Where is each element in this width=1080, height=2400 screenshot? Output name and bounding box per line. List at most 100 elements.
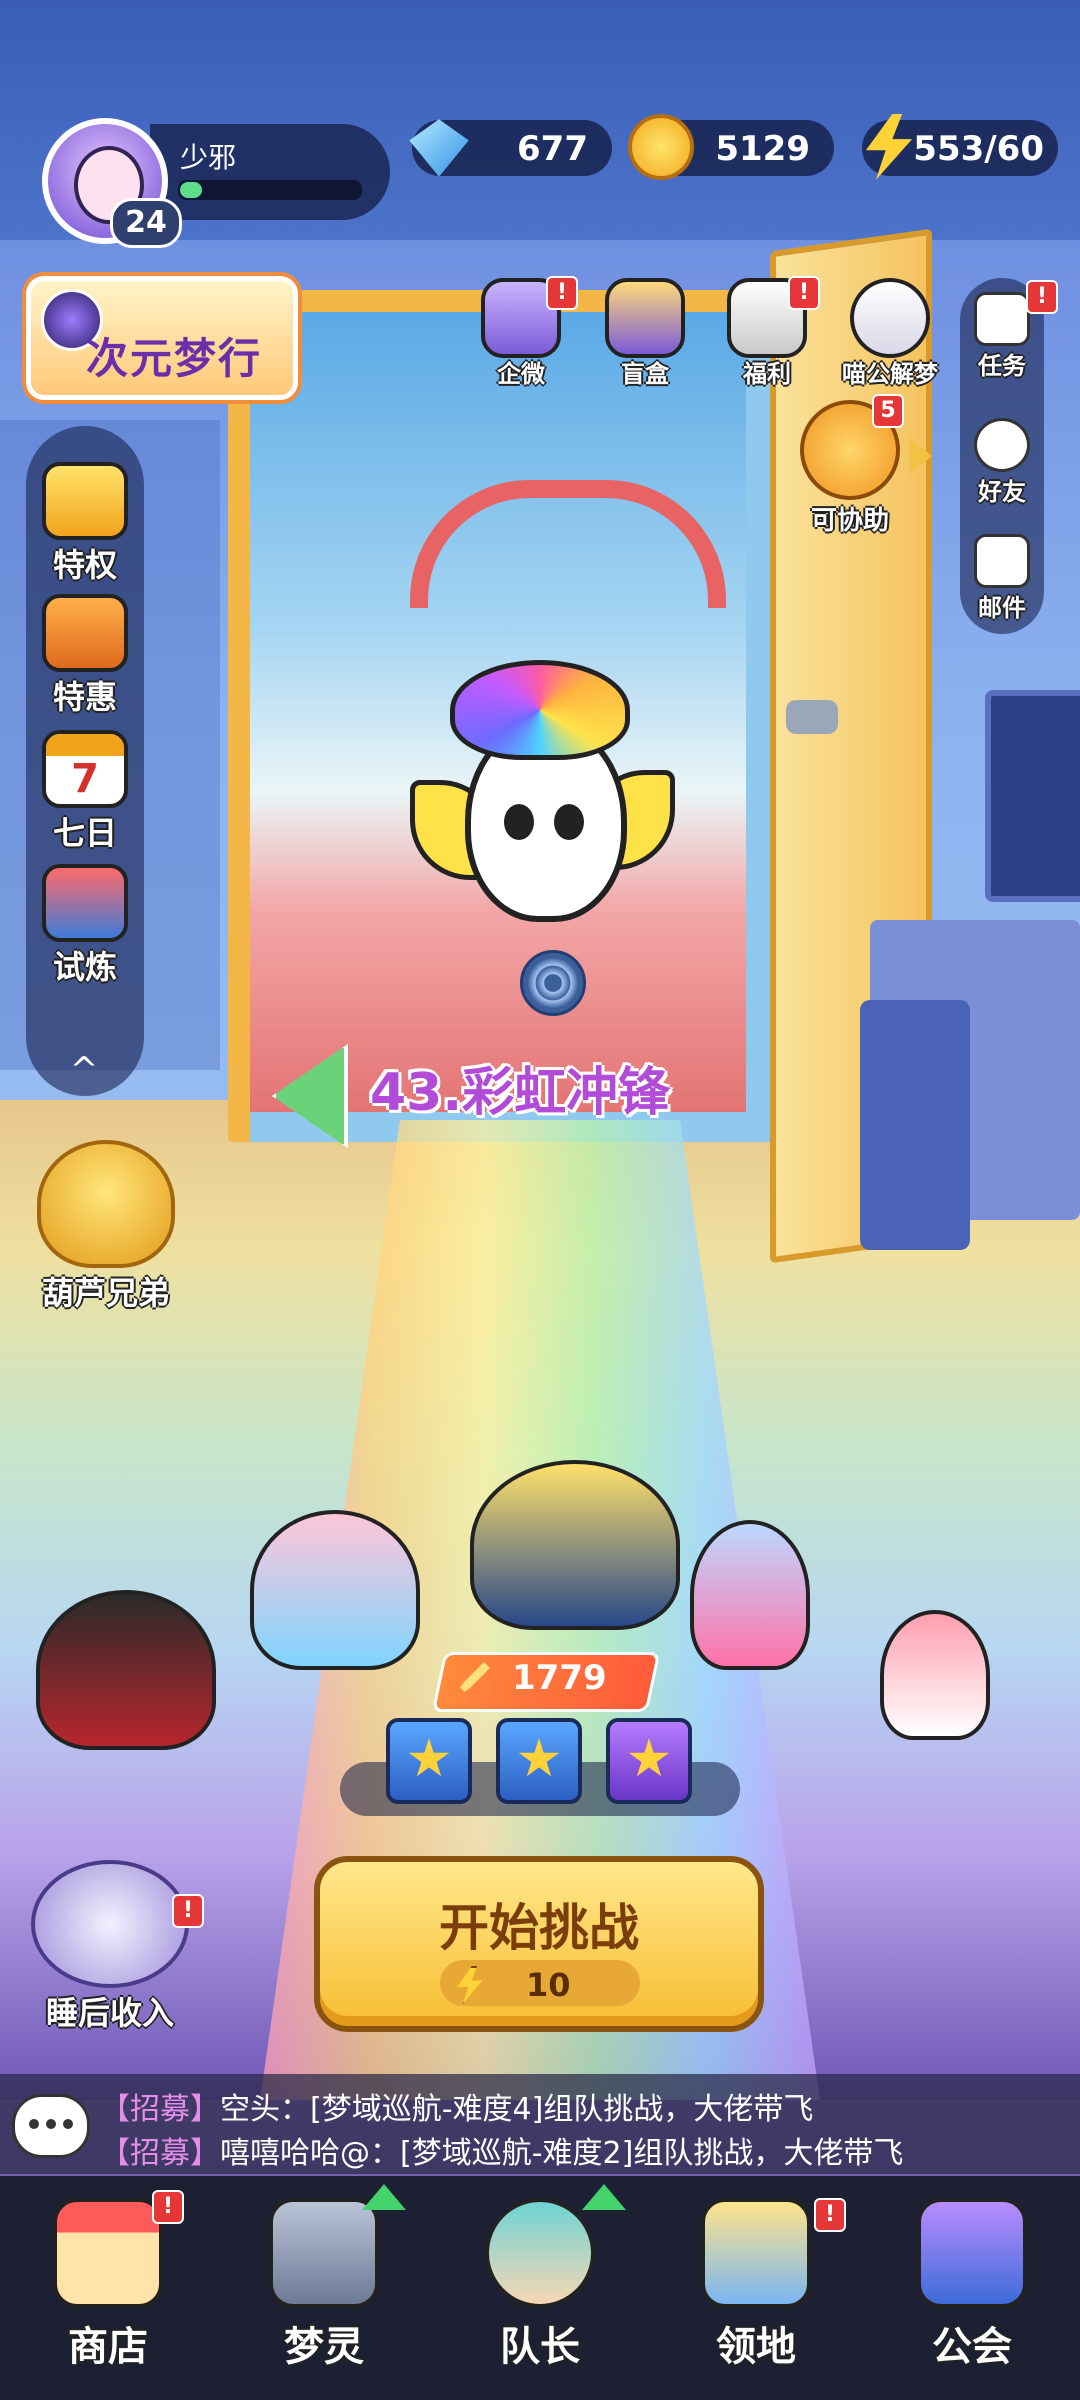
chat-tag: 【招募】 — [100, 2136, 220, 2171]
mail-label: 邮件 — [978, 594, 1026, 622]
mail-icon — [974, 534, 1030, 588]
dot — [46, 2119, 56, 2129]
start-challenge-label: 开始挑战 — [439, 1899, 639, 1957]
calendar-icon: 7 — [42, 730, 128, 808]
nav-shop-badge: ! — [152, 2190, 184, 2224]
door-knob — [786, 700, 838, 734]
player-level: 24 — [110, 198, 182, 248]
nav-dream-spirit[interactable]: 梦灵 — [216, 2176, 432, 2400]
assist-button[interactable]: 可协助 5 — [790, 394, 910, 537]
territory-door-icon — [701, 2198, 811, 2308]
calendar-day: 7 — [71, 756, 99, 802]
hero-spider-girl[interactable] — [690, 1520, 810, 1670]
nav-dream-spirit-label: 梦灵 — [284, 2324, 364, 2370]
hero-captain[interactable] — [470, 1460, 680, 1630]
sleeping-pet-icon — [31, 1860, 189, 1988]
nav-guild-label: 公会 — [932, 2324, 1012, 2370]
guild-icon — [917, 2198, 1027, 2308]
energy-cost-value: 10 — [526, 1966, 571, 2004]
dot — [63, 2119, 73, 2129]
boss-eye-right — [550, 800, 588, 844]
monitor — [985, 690, 1080, 902]
friends-button[interactable]: 好友 — [958, 418, 1046, 507]
privilege-card-icon — [42, 462, 128, 540]
boss-eye-left — [500, 800, 538, 844]
team-power-value: 1779 — [512, 1658, 607, 1698]
reward-chest-2[interactable] — [496, 1718, 582, 1804]
assist-label: 可协助 — [810, 506, 889, 536]
cat-icon — [850, 278, 930, 358]
star-icon — [408, 1738, 450, 1777]
sleep-income-badge: ! — [172, 1894, 204, 1928]
assist-badge: 5 — [872, 394, 904, 428]
hero-nurse[interactable] — [880, 1610, 990, 1740]
portal-swirl-icon — [520, 950, 586, 1016]
hero-swordswoman[interactable] — [36, 1590, 216, 1750]
start-challenge-button[interactable]: 开始挑战 10 — [314, 1856, 764, 2032]
robot-icon — [269, 2198, 379, 2308]
gourd-brothers-button[interactable]: 葫芦兄弟 — [16, 1140, 196, 1314]
nav-captain[interactable]: 队长 — [432, 2176, 648, 2400]
chat-message-1: 【招募】空头：[梦域巡航-难度4]组队挑战，大佬带飞 — [100, 2084, 813, 2128]
tasks-button[interactable]: 任务 ! — [958, 280, 1058, 381]
nav-territory[interactable]: 领地 ! — [648, 2176, 864, 2400]
welfare-label: 福利 — [743, 360, 791, 388]
nav-shop-label: 商店 — [68, 2324, 148, 2370]
coin-value: 5129 — [715, 129, 810, 169]
seven-day-button[interactable]: 7 七日 — [26, 730, 144, 854]
task-icon — [974, 292, 1030, 346]
welfare-badge: ! — [788, 276, 820, 310]
wecom-button[interactable]: 企微 ! — [466, 276, 578, 389]
chat-text: 嘻嘻哈哈@：[梦域巡航-难度2]组队挑战，大佬带飞 — [220, 2136, 904, 2171]
chat-message-2: 【招募】嘻嘻哈哈@：[梦域巡航-难度2]组队挑战，大佬带飞 — [100, 2128, 903, 2172]
cat-dream-button[interactable]: 喵公解梦 — [834, 278, 946, 389]
dot — [29, 2119, 39, 2129]
dream-tour-banner[interactable]: 次元梦行 — [26, 276, 298, 400]
diamond-icon — [409, 119, 469, 177]
hero-vr-kid[interactable] — [250, 1510, 420, 1670]
chat-tag: 【招募】 — [100, 2092, 220, 2127]
sleep-income-button[interactable]: 睡后收入 ! — [10, 1860, 210, 2034]
calendar-header — [46, 734, 124, 756]
nav-shop[interactable]: 商店 ! — [0, 2176, 216, 2400]
stage-boss-unicorn[interactable] — [410, 650, 675, 1016]
pc-tower — [860, 1000, 970, 1250]
trial-label: 试炼 — [52, 948, 117, 986]
sale-box-icon — [42, 594, 128, 672]
gourd-icon — [37, 1140, 175, 1268]
welfare-button[interactable]: 福利 ! — [712, 276, 822, 389]
star-icon — [518, 1738, 560, 1777]
tasks-label: 任务 — [978, 352, 1026, 380]
nav-guild[interactable]: 公会 — [864, 2176, 1080, 2400]
reward-chest-1[interactable] — [386, 1718, 472, 1804]
discount-button[interactable]: 特惠 — [26, 594, 144, 718]
reward-chest-3[interactable] — [606, 1718, 692, 1804]
nav-territory-label: 领地 — [716, 2324, 796, 2370]
energy-counter[interactable]: 553/60 — [862, 114, 1058, 180]
card-box-icon — [605, 278, 685, 358]
diamond-counter[interactable]: 677 — [409, 119, 612, 177]
cannon-icon — [42, 864, 128, 942]
tasks-badge: ! — [1026, 280, 1058, 314]
blind-box-button[interactable]: 盲盒 — [590, 278, 700, 389]
rainbow-mane — [450, 660, 630, 760]
gourd-label: 葫芦兄弟 — [41, 1274, 170, 1312]
chevron-up-icon[interactable]: ^ — [62, 1050, 106, 1094]
shop-icon — [53, 2198, 163, 2308]
sleep-income-label: 睡后收入 — [45, 1994, 174, 2032]
player-name: 少邪 — [180, 141, 237, 174]
mail-button[interactable]: 邮件 — [958, 534, 1046, 623]
energy-cost-pill: 10 — [440, 1960, 640, 2006]
coin-counter[interactable]: 5129 — [628, 114, 834, 180]
stage-title: 43.彩虹冲锋 — [370, 1063, 671, 1123]
friends-label: 好友 — [978, 478, 1026, 506]
chat-bubble-icon[interactable] — [12, 2094, 90, 2158]
privilege-button[interactable]: 特权 — [26, 462, 144, 586]
exp-fill — [180, 182, 202, 198]
upgrade-arrow-icon — [582, 2184, 626, 2210]
trial-button[interactable]: 试炼 — [26, 864, 144, 988]
assist-arrow-icon — [910, 438, 932, 474]
cat-dream-label: 喵公解梦 — [842, 360, 938, 388]
nav-territory-badge: ! — [814, 2198, 846, 2232]
energy-value: 553/60 — [913, 129, 1044, 169]
